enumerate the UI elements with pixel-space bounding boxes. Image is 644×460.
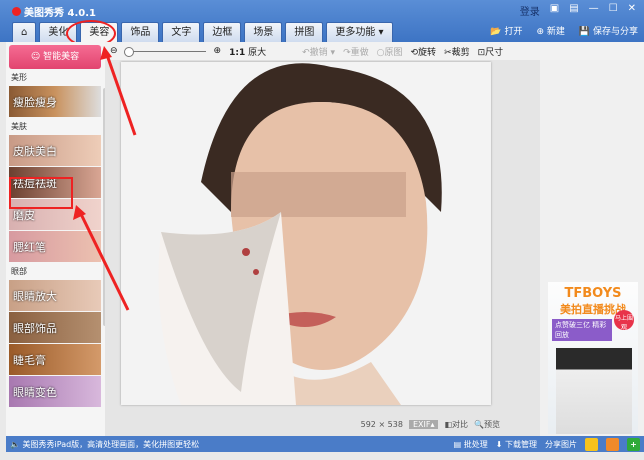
annotation-arrows bbox=[73, 46, 137, 311]
